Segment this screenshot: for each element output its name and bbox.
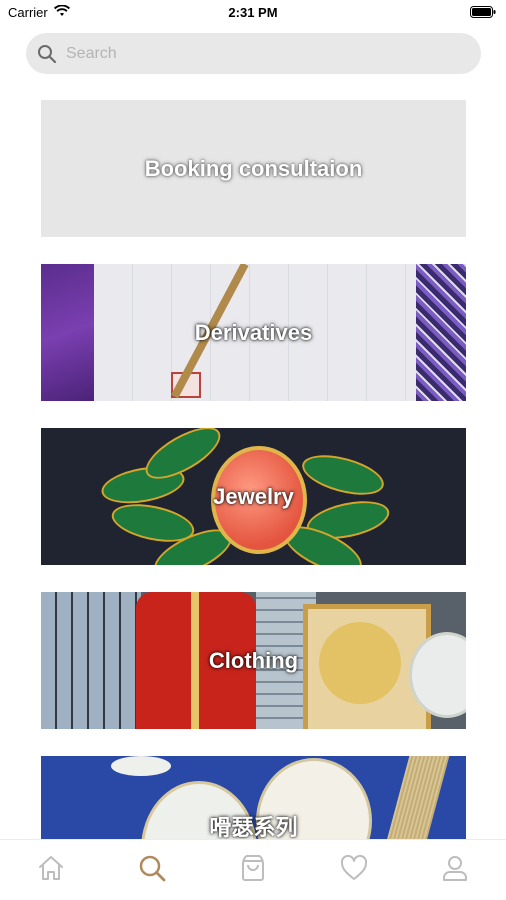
category-card-derivatives[interactable]: Derivatives <box>41 264 466 401</box>
category-label: Clothing <box>208 647 299 673</box>
category-label: Jewelry <box>213 483 294 509</box>
category-card-booking[interactable]: Booking consultaion <box>41 100 466 237</box>
category-list: Booking consultaion Derivatives Jewelry … <box>41 100 466 900</box>
tab-search[interactable] <box>122 845 182 895</box>
tab-profile[interactable] <box>425 845 485 895</box>
tab-home[interactable] <box>21 845 81 895</box>
tab-bar <box>0 839 506 900</box>
search-input[interactable] <box>64 43 448 64</box>
category-card-clothing[interactable]: Clothing <box>41 592 466 729</box>
home-icon <box>36 853 66 888</box>
search-bar[interactable] <box>26 33 481 74</box>
status-bar: Carrier 2:31 PM <box>0 0 506 28</box>
heart-icon <box>339 853 369 888</box>
category-label: 嗗瑟系列 <box>209 815 298 840</box>
status-time: 2:31 PM <box>228 5 278 20</box>
search-tab-icon <box>137 853 167 888</box>
app-screen: Carrier 2:31 PM Search Booking consultai… <box>0 0 506 900</box>
category-label: Booking consultaion <box>144 155 363 181</box>
tab-favorites[interactable] <box>324 845 384 895</box>
search-icon <box>36 43 58 65</box>
tab-cart[interactable] <box>223 845 283 895</box>
category-card-jewelry[interactable]: Jewelry <box>41 428 466 565</box>
battery-icon <box>470 6 496 21</box>
shopping-bag-icon <box>238 853 268 888</box>
category-label: Derivatives <box>194 319 313 345</box>
profile-icon <box>440 853 470 888</box>
